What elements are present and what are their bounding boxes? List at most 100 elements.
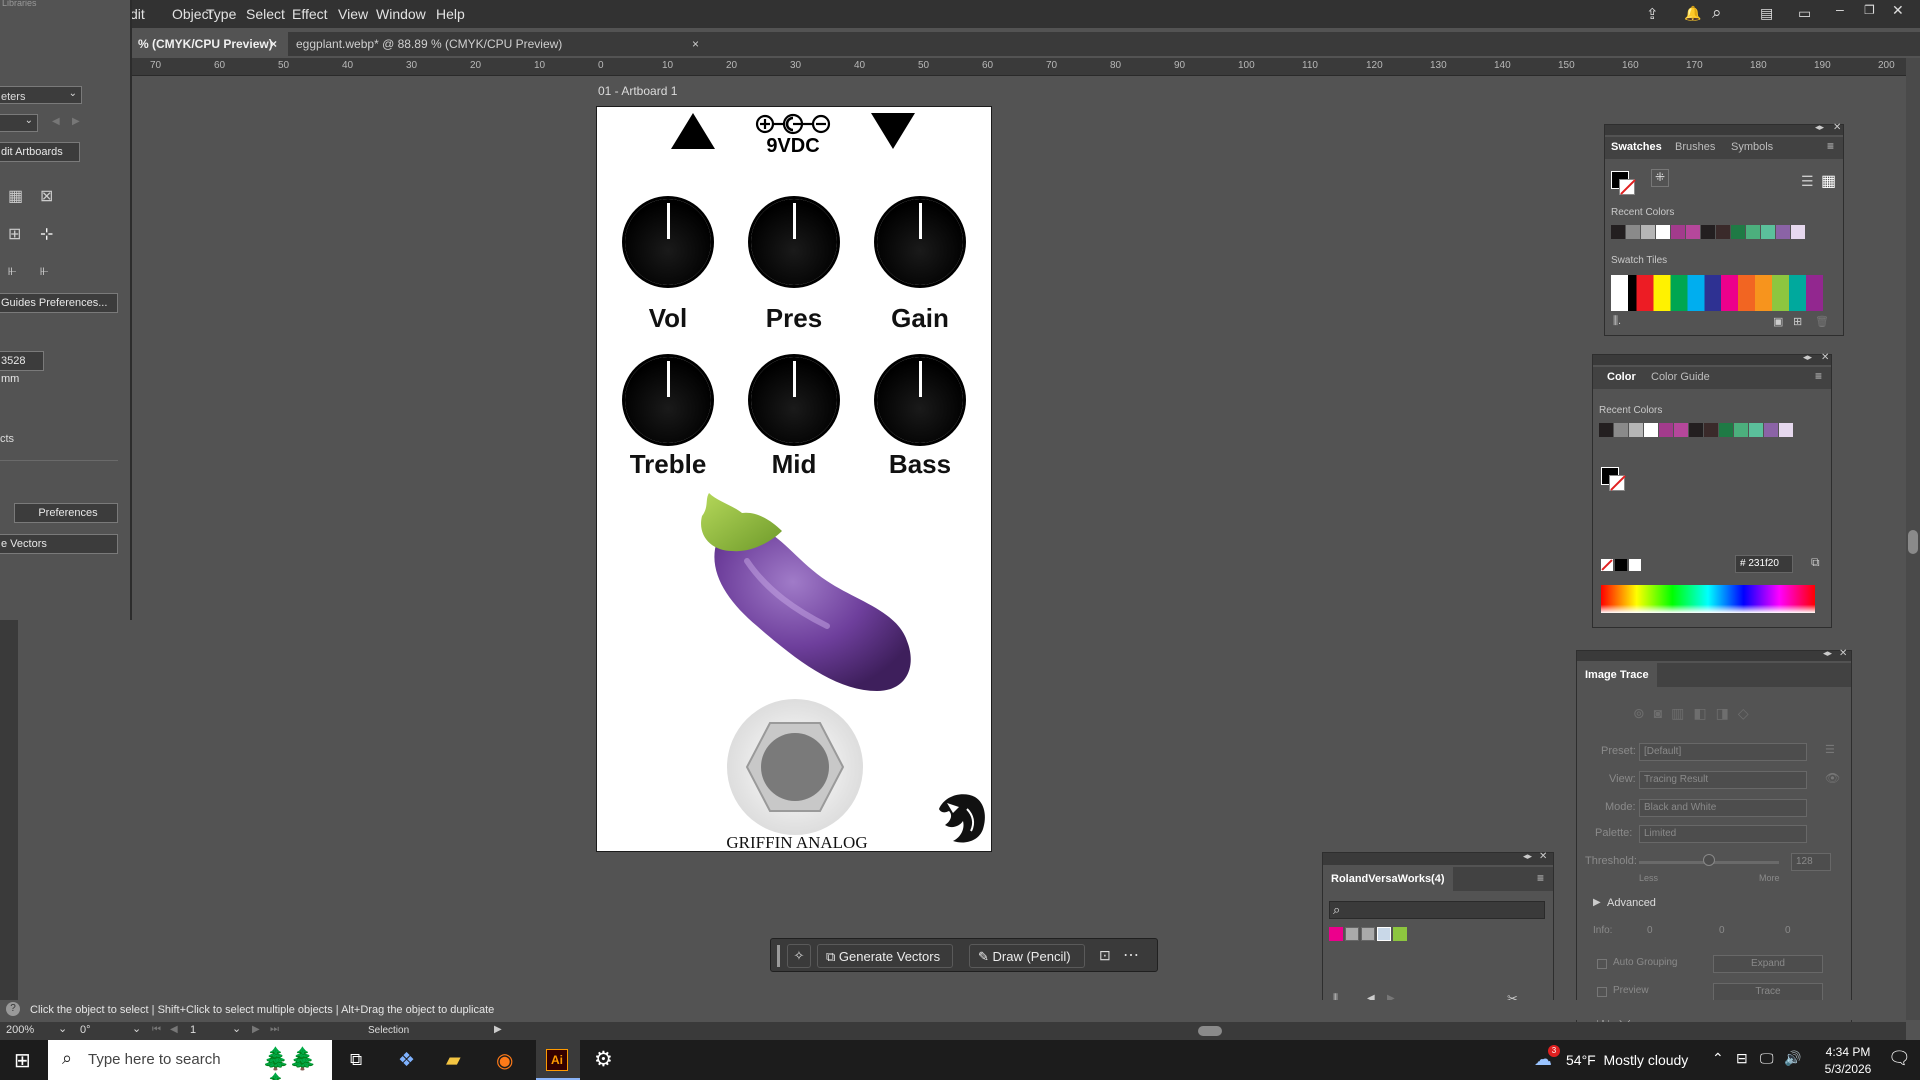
color-swatch[interactable] — [1776, 225, 1790, 239]
color-swatch[interactable] — [1644, 423, 1658, 437]
stroke-swatch[interactable] — [1619, 179, 1636, 195]
bell-icon[interactable]: 🔔 — [1684, 5, 1701, 22]
palette-select[interactable]: Limited — [1639, 825, 1807, 843]
roland-swatch-3[interactable] — [1377, 927, 1391, 941]
new-group-icon[interactable]: ▣ — [1773, 315, 1783, 328]
roland-search-input[interactable]: ⌕ — [1329, 901, 1545, 919]
zoom-field[interactable]: 200% — [6, 1024, 34, 1036]
notifications-icon[interactable]: 🗨 — [1888, 1048, 1911, 1069]
share-icon[interactable]: ⇪ — [1646, 5, 1659, 23]
windows-start-icon[interactable]: ⊞ — [14, 1048, 31, 1073]
color-spectrum[interactable] — [1601, 585, 1815, 613]
copy-icon[interactable]: ⧉ — [1811, 555, 1820, 570]
collapse-icon[interactable]: ◂▸ — [1803, 352, 1812, 363]
maximize-icon[interactable]: ❐ — [1864, 3, 1875, 17]
status-menu-icon[interactable]: ▶ — [494, 1024, 502, 1035]
align-right-icon[interactable]: ⫦ — [40, 262, 48, 279]
next-artboard-icon[interactable]: ▶ — [72, 116, 80, 127]
eggplant-image[interactable] — [687, 491, 917, 701]
minimize-icon[interactable]: ‒ — [1836, 1, 1844, 17]
artboard-select[interactable]: ⌄ — [0, 114, 38, 132]
snap-point-icon[interactable]: ⊹ — [40, 224, 53, 244]
close-panel-icon[interactable]: ✕ — [1821, 352, 1829, 363]
stroke-swatch[interactable] — [1609, 475, 1626, 491]
close-panel-icon[interactable]: ✕ — [1839, 648, 1847, 659]
menu-item-6[interactable]: Window — [376, 6, 426, 22]
tray-app-icon[interactable]: ⊟ — [1736, 1050, 1748, 1067]
knob-control[interactable] — [751, 199, 837, 285]
task-view-icon[interactable]: ⧉ — [350, 1050, 362, 1070]
generate-vectors-side-button[interactable]: e Vectors — [0, 534, 118, 554]
measure-field[interactable]: 3528 mm — [0, 351, 44, 385]
swatch-options-icon[interactable]: ⁜ — [1651, 169, 1669, 187]
clock-time[interactable]: 4:34 PM — [1818, 1045, 1878, 1059]
image-options-icon[interactable]: ⊡ — [1099, 947, 1111, 964]
tab-eggplant[interactable]: eggplant.webp* @ 88.89 % (CMYK/CPU Previ… — [288, 32, 708, 56]
white-swatch[interactable] — [1629, 559, 1641, 571]
tab-swatches[interactable]: Swatches — [1611, 141, 1662, 153]
help-icon[interactable]: ? — [6, 1002, 20, 1016]
drag-handle-icon[interactable] — [777, 945, 780, 967]
clock-date[interactable]: 5/3/2026 — [1818, 1062, 1878, 1076]
file-explorer-icon[interactable]: ▰ — [446, 1049, 461, 1072]
delete-icon[interactable]: 🗑 — [1815, 315, 1829, 328]
roland-swatch-magenta[interactable] — [1329, 927, 1343, 941]
knob-control[interactable] — [625, 357, 711, 443]
hex-field[interactable]: # 231f20 — [1735, 555, 1793, 573]
menu-item-3[interactable]: Select — [246, 6, 285, 22]
tab-symbols[interactable]: Symbols — [1731, 141, 1773, 153]
tab-color-guide[interactable]: Color Guide — [1651, 371, 1710, 383]
collapse-icon[interactable]: ◂▸ — [1823, 648, 1832, 659]
prev-artboard-icon[interactable]: ◀ — [170, 1024, 178, 1035]
none-swatch[interactable] — [1601, 559, 1613, 571]
menu-item-2[interactable]: Type — [206, 6, 236, 22]
menu-item-7[interactable]: Help — [436, 6, 465, 22]
pixel-grid-icon[interactable]: ⊠ — [40, 186, 53, 206]
generate-vectors-button[interactable]: ⧉ Generate Vectors — [817, 944, 953, 968]
align-left-icon[interactable]: ⫦ — [8, 262, 16, 279]
footswitch-button[interactable] — [727, 699, 863, 835]
close-icon[interactable]: ✕ — [1892, 2, 1904, 19]
color-swatch[interactable] — [1704, 423, 1718, 437]
close-tab-icon[interactable]: × — [270, 32, 277, 56]
units-select[interactable]: eters ⌄ — [0, 86, 82, 104]
new-swatch-icon[interactable]: ⊞ — [1793, 315, 1802, 328]
advanced-toggle-icon[interactable]: ▶ — [1593, 897, 1601, 908]
menu-item-5[interactable]: View — [338, 6, 368, 22]
settings-gear-icon[interactable]: ⚙ — [594, 1047, 613, 1072]
next-artboard-icon[interactable]: ▶ — [252, 1024, 260, 1035]
vertical-scrollbar[interactable] — [1906, 58, 1920, 1020]
threshold-value[interactable]: 128 — [1791, 853, 1831, 871]
menu-item-0[interactable]: dit — [130, 6, 145, 22]
artboard-number-field[interactable]: 1 — [190, 1024, 196, 1036]
edit-artboards-button[interactable]: dit Artboards — [0, 142, 80, 162]
black-swatch[interactable] — [1615, 559, 1627, 571]
knob-control[interactable] — [877, 199, 963, 285]
guides-preferences-button[interactable]: Guides Preferences... — [0, 293, 118, 313]
color-swatch[interactable] — [1701, 225, 1715, 239]
weather-text[interactable]: 54°F Mostly cloudy — [1566, 1052, 1688, 1068]
close-panel-icon[interactable]: ✕ — [1539, 851, 1547, 862]
illustrator-taskbar-button[interactable]: Ai — [536, 1040, 580, 1080]
color-swatch[interactable] — [1764, 423, 1778, 437]
collapse-icon[interactable]: ◂▸ — [1523, 851, 1532, 862]
mode-select[interactable]: Black and White — [1639, 799, 1807, 817]
color-swatch[interactable] — [1689, 423, 1703, 437]
chevron-down-icon[interactable]: ⌄ — [132, 1022, 141, 1035]
prev-artboard-icon[interactable]: ◀ — [52, 116, 60, 127]
threshold-handle[interactable] — [1703, 854, 1715, 866]
color-swatch[interactable] — [1671, 225, 1685, 239]
image-trace-title[interactable]: Image Trace — [1577, 663, 1657, 687]
color-swatch[interactable] — [1686, 225, 1700, 239]
last-artboard-icon[interactable]: ⏭ — [270, 1024, 279, 1035]
scroll-thumb[interactable] — [1908, 530, 1918, 554]
color-swatch[interactable] — [1731, 225, 1745, 239]
snap-grid-icon[interactable]: ⊞ — [8, 224, 21, 244]
grid-icon[interactable]: ▦ — [8, 186, 23, 206]
knob-control[interactable] — [751, 357, 837, 443]
roland-swatch-2[interactable] — [1361, 927, 1375, 941]
collapse-icon[interactable]: ◂▸ — [1815, 122, 1824, 133]
copilot-icon[interactable]: ❖ — [398, 1049, 415, 1072]
view-select[interactable]: Tracing Result — [1639, 771, 1807, 789]
volume-icon[interactable]: 🔊 — [1784, 1050, 1801, 1067]
